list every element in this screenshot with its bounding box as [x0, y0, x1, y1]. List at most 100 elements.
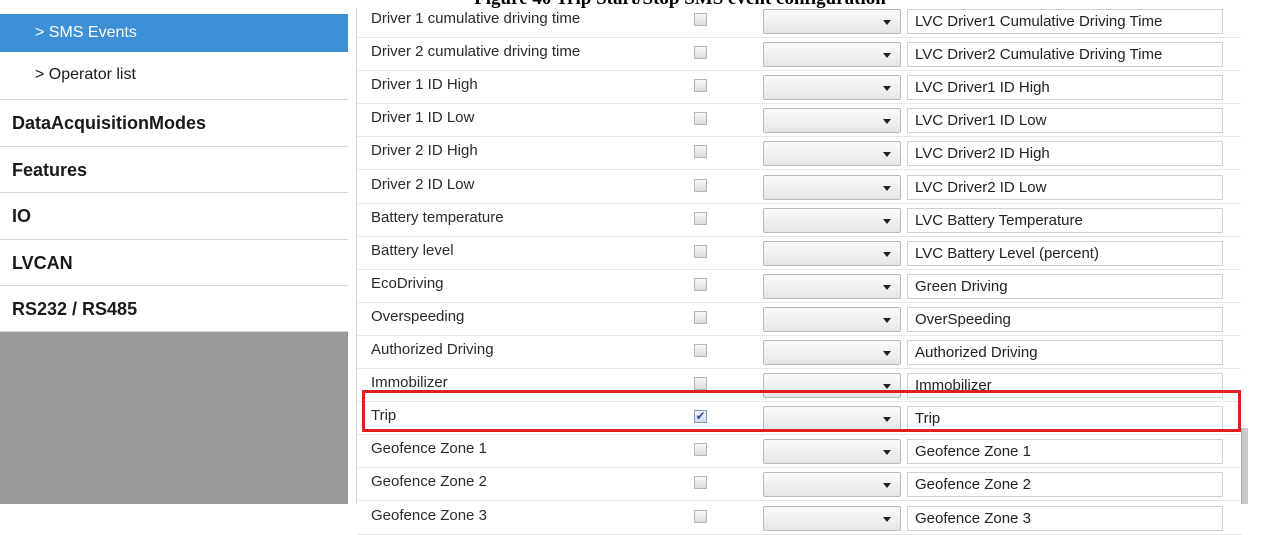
row-name: Driver 1 cumulative driving time — [371, 10, 581, 27]
row-name: Geofence Zone 1 — [371, 440, 487, 458]
sidebar-item-label: Features — [12, 160, 88, 180]
sms-text-field[interactable]: LVC Driver2 ID Low — [907, 174, 1223, 200]
row-name: Driver 1 ID High — [371, 76, 478, 94]
sidebar-item-operator-list[interactable]: > Operator list — [0, 52, 348, 100]
row-name: Immobilizer — [371, 374, 448, 392]
sms-text-field[interactable]: Immobilizer — [907, 373, 1223, 399]
enable-checkbox[interactable] — [694, 112, 707, 126]
table-row: Geofence Zone 1 Geofence Zone 1 — [357, 435, 1242, 469]
enable-checkbox[interactable] — [694, 377, 707, 391]
priority-select[interactable] — [763, 108, 901, 134]
sms-text-field[interactable]: LVC Battery Level (percent) — [907, 240, 1223, 266]
priority-select[interactable] — [763, 505, 901, 531]
chevron-down-icon — [883, 86, 891, 92]
priority-select[interactable] — [763, 439, 901, 465]
table-row: Trip ✔ Trip — [357, 402, 1242, 436]
sms-text-field[interactable]: OverSpeeding — [907, 306, 1223, 332]
enable-checkbox[interactable] — [694, 277, 707, 291]
chevron-down-icon — [883, 483, 891, 489]
enable-checkbox[interactable] — [694, 443, 707, 457]
sms-text-field[interactable]: Green Driving — [907, 273, 1223, 299]
checkmark-icon: ✔ — [695, 409, 706, 424]
chevron-down-icon — [883, 20, 891, 25]
enable-checkbox[interactable] — [694, 211, 707, 225]
table-row: Battery level LVC Battery Level (percent) — [357, 237, 1242, 270]
table-row: Geofence Zone 3 Geofence Zone 3 — [357, 502, 1242, 535]
chevron-down-icon — [883, 185, 891, 191]
sms-text-field[interactable]: LVC Driver1 ID High — [907, 75, 1223, 101]
chevron-down-icon — [883, 417, 891, 423]
priority-select[interactable] — [763, 174, 901, 200]
priority-select[interactable] — [763, 373, 901, 399]
sms-text-field[interactable]: Geofence Zone 2 — [907, 472, 1223, 498]
table-row: Battery temperature LVC Battery Temperatu… — [357, 204, 1242, 237]
enable-checkbox[interactable] — [694, 244, 707, 258]
sidebar-item-label: > Operator list — [35, 66, 136, 83]
enable-checkbox[interactable] — [694, 310, 707, 324]
sidebar: > SMS Events > Operator list DataAcquisiti… — [0, 14, 348, 504]
enable-checkbox[interactable] — [694, 178, 707, 192]
sidebar-item-label: RS232 / RS485 — [12, 299, 138, 319]
priority-select[interactable] — [763, 240, 901, 266]
priority-select[interactable] — [763, 273, 901, 299]
sms-text-field[interactable]: LVC Driver2 Cumulative Driving Time — [907, 42, 1223, 68]
chevron-down-icon — [883, 284, 891, 290]
sms-text-field[interactable]: Authorized Driving — [907, 340, 1223, 365]
table-row: Authorized Driving Authorized Driving — [357, 336, 1242, 369]
row-name: Geofence Zone 2 — [371, 473, 487, 491]
chevron-down-icon — [883, 384, 891, 390]
priority-select[interactable] — [763, 406, 901, 432]
sidebar-item-dataacquisitionmodes[interactable]: DataAcquisitionModes — [0, 100, 348, 147]
table-row: Driver 2 ID High LVC Driver2 ID High — [357, 137, 1242, 171]
sms-text-field[interactable]: Trip — [907, 406, 1223, 432]
table-row: Overspeeding OverSpeeding — [357, 303, 1242, 336]
sidebar-item-rs232-rs485[interactable]: RS232 / RS485 — [0, 286, 348, 332]
enable-checkbox[interactable] — [694, 79, 707, 93]
priority-select[interactable] — [763, 75, 901, 101]
enable-checkbox[interactable] — [694, 13, 707, 26]
table-row: Immobilizer Immobilizer — [357, 369, 1242, 403]
priority-select[interactable] — [763, 340, 901, 365]
enable-checkbox[interactable] — [694, 476, 707, 490]
chevron-down-icon — [883, 119, 891, 125]
sidebar-item-io[interactable]: IO — [0, 193, 348, 240]
sms-text-field[interactable]: Geofence Zone 3 — [907, 505, 1223, 531]
chevron-down-icon — [883, 516, 891, 522]
row-name: Authorized Driving — [371, 341, 494, 358]
row-name: Geofence Zone 3 — [371, 506, 487, 524]
scrollbar-thumb[interactable] — [1241, 428, 1248, 504]
sidebar-item-label: IO — [12, 206, 32, 226]
table-row: Driver 1 ID Low LVC Driver1 ID Low — [357, 104, 1242, 138]
row-name: EcoDriving — [371, 274, 444, 292]
priority-select[interactable] — [763, 9, 901, 34]
priority-select[interactable] — [763, 306, 901, 332]
table-row: Geofence Zone 2 Geofence Zone 2 — [357, 468, 1242, 502]
enable-checkbox[interactable]: ✔ — [694, 409, 707, 424]
enable-checkbox[interactable] — [694, 46, 707, 60]
row-name: Driver 2 ID High — [371, 142, 478, 160]
enable-checkbox[interactable] — [694, 509, 707, 523]
row-name: Battery level — [371, 241, 454, 259]
row-name: Overspeeding — [371, 307, 465, 325]
sms-text-field[interactable]: LVC Driver1 Cumulative Driving Time — [907, 9, 1223, 34]
sidebar-item-lvcan[interactable]: LVCAN — [0, 240, 348, 286]
enable-checkbox[interactable] — [694, 344, 707, 357]
sidebar-item-label: DataAcquisitionModes — [12, 113, 207, 133]
chevron-down-icon — [883, 317, 891, 323]
enable-checkbox[interactable] — [694, 145, 707, 159]
priority-select[interactable] — [763, 472, 901, 498]
sidebar-item-sms-events[interactable]: > SMS Events — [0, 14, 348, 52]
sidebar-item-features[interactable]: Features — [0, 147, 348, 193]
chevron-down-icon — [883, 351, 891, 356]
sms-events-table: Driver 1 cumulative driving time LVC Driv… — [356, 8, 1242, 535]
row-name: Battery temperature — [371, 208, 504, 226]
priority-select[interactable] — [763, 141, 901, 167]
sms-text-field[interactable]: LVC Battery Temperature — [907, 207, 1223, 233]
sms-text-field[interactable]: LVC Driver1 ID Low — [907, 108, 1223, 134]
table-row: Driver 2 ID Low LVC Driver2 ID Low — [357, 171, 1242, 204]
sms-text-field[interactable]: LVC Driver2 ID High — [907, 141, 1223, 167]
priority-select[interactable] — [763, 207, 901, 233]
table-row: Driver 2 cumulative driving time LVC Driv… — [357, 38, 1242, 72]
priority-select[interactable] — [763, 42, 901, 68]
sms-text-field[interactable]: Geofence Zone 1 — [907, 439, 1223, 465]
